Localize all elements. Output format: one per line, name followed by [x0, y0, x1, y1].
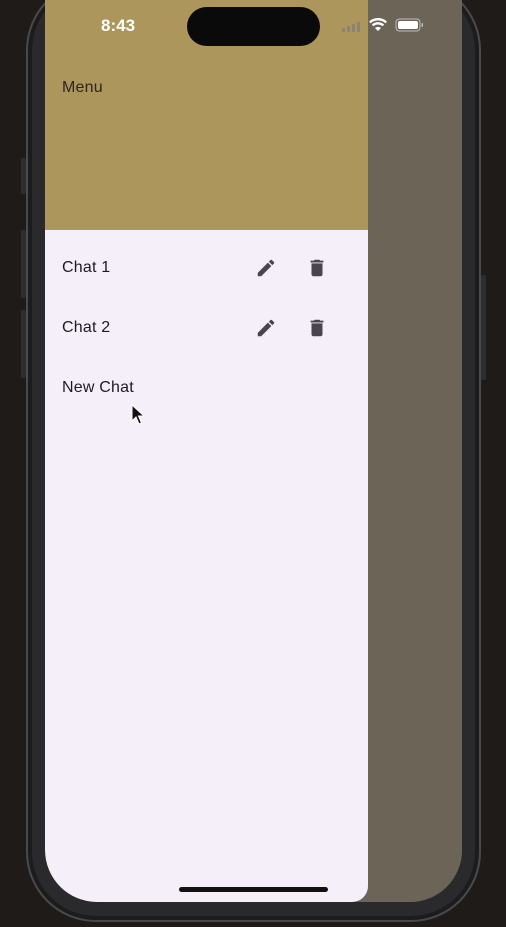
chat-list: Chat 1 Chat 2 New Chat: [45, 238, 368, 418]
chat-item-label: Chat 2: [62, 319, 111, 336]
chat-item-label: Chat 1: [62, 259, 111, 276]
volume-down-button: [21, 310, 26, 378]
navigation-drawer: Menu Chat 1 Chat 2 New Chat: [45, 0, 368, 902]
status-time: 8:43: [101, 16, 136, 35]
edit-icon[interactable]: [250, 312, 282, 344]
power-button: [481, 275, 486, 380]
volume-up-button: [21, 230, 26, 298]
new-chat-label: New Chat: [62, 379, 134, 396]
phone-screen: Menu Chat 1 Chat 2 New Chat 8:43: [45, 0, 462, 902]
chat-item-1[interactable]: Chat 1: [45, 238, 368, 298]
drawer-title: Menu: [62, 79, 103, 96]
signal-icon: [342, 22, 360, 32]
delete-icon[interactable]: [301, 252, 333, 284]
mute-switch: [21, 158, 26, 194]
delete-icon[interactable]: [301, 312, 333, 344]
dynamic-island: [187, 7, 320, 46]
new-chat-item[interactable]: New Chat: [45, 358, 368, 418]
home-indicator[interactable]: [179, 887, 328, 892]
chat-item-2[interactable]: Chat 2: [45, 298, 368, 358]
battery-icon: [395, 18, 423, 32]
device-stage: Menu Chat 1 Chat 2 New Chat 8:43: [0, 0, 506, 927]
edit-icon[interactable]: [250, 252, 282, 284]
status-icons: [342, 14, 462, 38]
mouse-cursor-icon: [131, 404, 145, 425]
wifi-icon: [369, 17, 387, 31]
